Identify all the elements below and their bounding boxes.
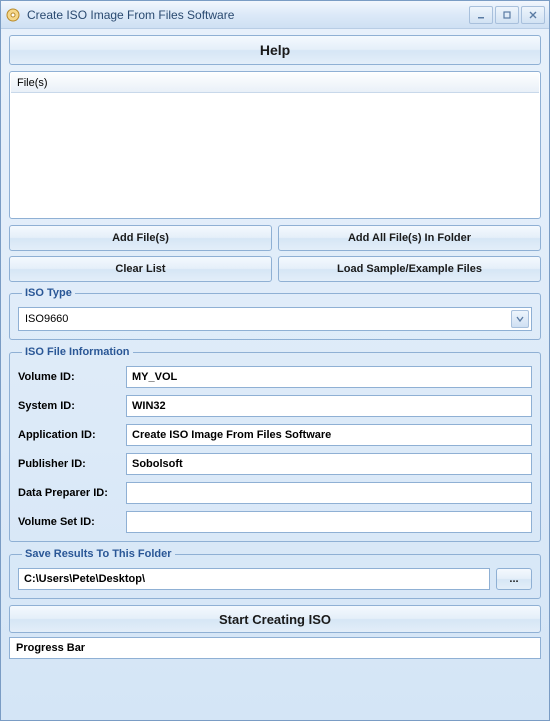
save-folder-field[interactable]: C:\Users\Pete\Desktop\ xyxy=(18,568,490,590)
publisher-id-field[interactable]: Sobolsoft xyxy=(126,453,532,475)
iso-info-legend: ISO File Information xyxy=(22,346,133,358)
save-folder-group: Save Results To This Folder C:\Users\Pet… xyxy=(9,548,541,599)
start-button[interactable]: Start Creating ISO xyxy=(9,605,541,633)
maximize-button[interactable] xyxy=(495,6,519,24)
file-list[interactable]: File(s) xyxy=(9,71,541,219)
iso-info-group: ISO File Information Volume ID: MY_VOL S… xyxy=(9,346,541,542)
system-id-label: System ID: xyxy=(18,400,126,412)
volume-id-label: Volume ID: xyxy=(18,371,126,383)
add-files-button[interactable]: Add File(s) xyxy=(9,225,272,251)
minimize-button[interactable] xyxy=(469,6,493,24)
volume-set-id-label: Volume Set ID: xyxy=(18,516,126,528)
data-preparer-id-field[interactable] xyxy=(126,482,532,504)
window-controls xyxy=(469,6,545,24)
clear-list-button[interactable]: Clear List xyxy=(9,256,272,282)
progress-bar: Progress Bar xyxy=(9,637,541,659)
client-area: Help File(s) Add File(s) Add All File(s)… xyxy=(1,29,549,665)
publisher-id-label: Publisher ID: xyxy=(18,458,126,470)
file-list-body[interactable] xyxy=(11,93,539,217)
iso-type-group: ISO Type ISO9660 xyxy=(9,287,541,340)
progress-label: Progress Bar xyxy=(16,642,85,654)
data-preparer-id-label: Data Preparer ID: xyxy=(18,487,126,499)
save-folder-legend: Save Results To This Folder xyxy=(22,548,175,560)
window-title: Create ISO Image From Files Software xyxy=(27,8,469,22)
application-id-label: Application ID: xyxy=(18,429,126,441)
add-all-in-folder-button[interactable]: Add All File(s) In Folder xyxy=(278,225,541,251)
volume-set-id-field[interactable] xyxy=(126,511,532,533)
iso-type-legend: ISO Type xyxy=(22,287,75,299)
iso-type-select[interactable]: ISO9660 xyxy=(18,307,532,331)
file-list-header: File(s) xyxy=(11,73,539,93)
application-id-field[interactable]: Create ISO Image From Files Software xyxy=(126,424,532,446)
load-sample-button[interactable]: Load Sample/Example Files xyxy=(278,256,541,282)
app-icon xyxy=(5,7,21,23)
titlebar: Create ISO Image From Files Software xyxy=(1,1,549,29)
close-button[interactable] xyxy=(521,6,545,24)
chevron-down-icon[interactable] xyxy=(511,310,529,328)
browse-button[interactable]: ... xyxy=(496,568,532,590)
volume-id-field[interactable]: MY_VOL xyxy=(126,366,532,388)
help-button[interactable]: Help xyxy=(9,35,541,65)
iso-type-value: ISO9660 xyxy=(25,313,68,325)
system-id-field[interactable]: WIN32 xyxy=(126,395,532,417)
main-window: Create ISO Image From Files Software Hel… xyxy=(0,0,550,721)
